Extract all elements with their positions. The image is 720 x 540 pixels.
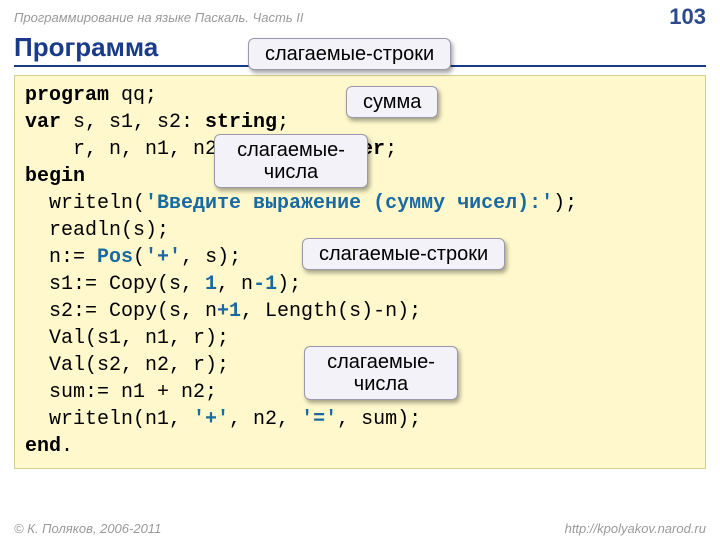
code-text: , n2, — [229, 408, 301, 431]
code-text: . — [61, 435, 73, 458]
code-kw: string — [205, 111, 277, 134]
header: Программирование на языке Паскаль. Часть… — [0, 0, 720, 32]
code-text: readln(s); — [25, 219, 169, 242]
code-text: s2:= Copy(s, n — [25, 300, 217, 323]
code-text: writeln( — [25, 192, 145, 215]
code-string: '+' — [145, 246, 181, 269]
callout-addend-strings-top: слагаемые-строки — [248, 38, 451, 70]
footer-copyright: © К. Поляков, 2006-2011 — [14, 521, 161, 536]
code-string: '+' — [193, 408, 229, 431]
code-text: writeln(n1, — [25, 408, 193, 431]
code-text: , n — [217, 273, 253, 296]
code-text: sum:= n1 + n2; — [25, 381, 217, 404]
code-num: -1 — [253, 273, 277, 296]
code-text: ( — [133, 246, 145, 269]
footer-url: http://kpolyakov.narod.ru — [565, 521, 706, 536]
code-text: ); — [277, 273, 301, 296]
code-kw: var — [25, 111, 61, 134]
code-text: , sum); — [337, 408, 421, 431]
code-num: 1 — [205, 273, 217, 296]
code-func: Pos — [97, 246, 133, 269]
code-text: Val(s2, n2, r); — [25, 354, 229, 377]
code-text: ; — [277, 111, 289, 134]
footer: © К. Поляков, 2006-2011 http://kpolyakov… — [0, 521, 720, 536]
code-text: Val(s1, n1, r); — [25, 327, 229, 350]
callout-addend-numbers-mid: слагаемые-числа — [304, 346, 458, 400]
code-kw: end — [25, 435, 61, 458]
code-text: , s); — [181, 246, 241, 269]
callout-addend-strings-mid: слагаемые-строки — [302, 238, 505, 270]
page-number: 103 — [669, 4, 706, 30]
code-text: ); — [553, 192, 577, 215]
code-text: , Length(s)-n); — [241, 300, 421, 323]
code-text: ; — [385, 138, 397, 161]
code-text: s1:= Copy(s, — [25, 273, 205, 296]
code-text: n:= — [25, 246, 97, 269]
code-text: qq; — [109, 84, 157, 107]
header-subject: Программирование на языке Паскаль. Часть… — [14, 10, 304, 25]
code-kw: program — [25, 84, 109, 107]
code-kw: begin — [25, 165, 85, 188]
code-text: s, s1, s2: — [61, 111, 205, 134]
code-string: '=' — [301, 408, 337, 431]
callout-addend-numbers-top: слагаемые-числа — [214, 134, 368, 188]
callout-sum: сумма — [346, 86, 438, 118]
code-num: +1 — [217, 300, 241, 323]
code-string: 'Введите выражение (сумму чисел):' — [145, 192, 553, 215]
